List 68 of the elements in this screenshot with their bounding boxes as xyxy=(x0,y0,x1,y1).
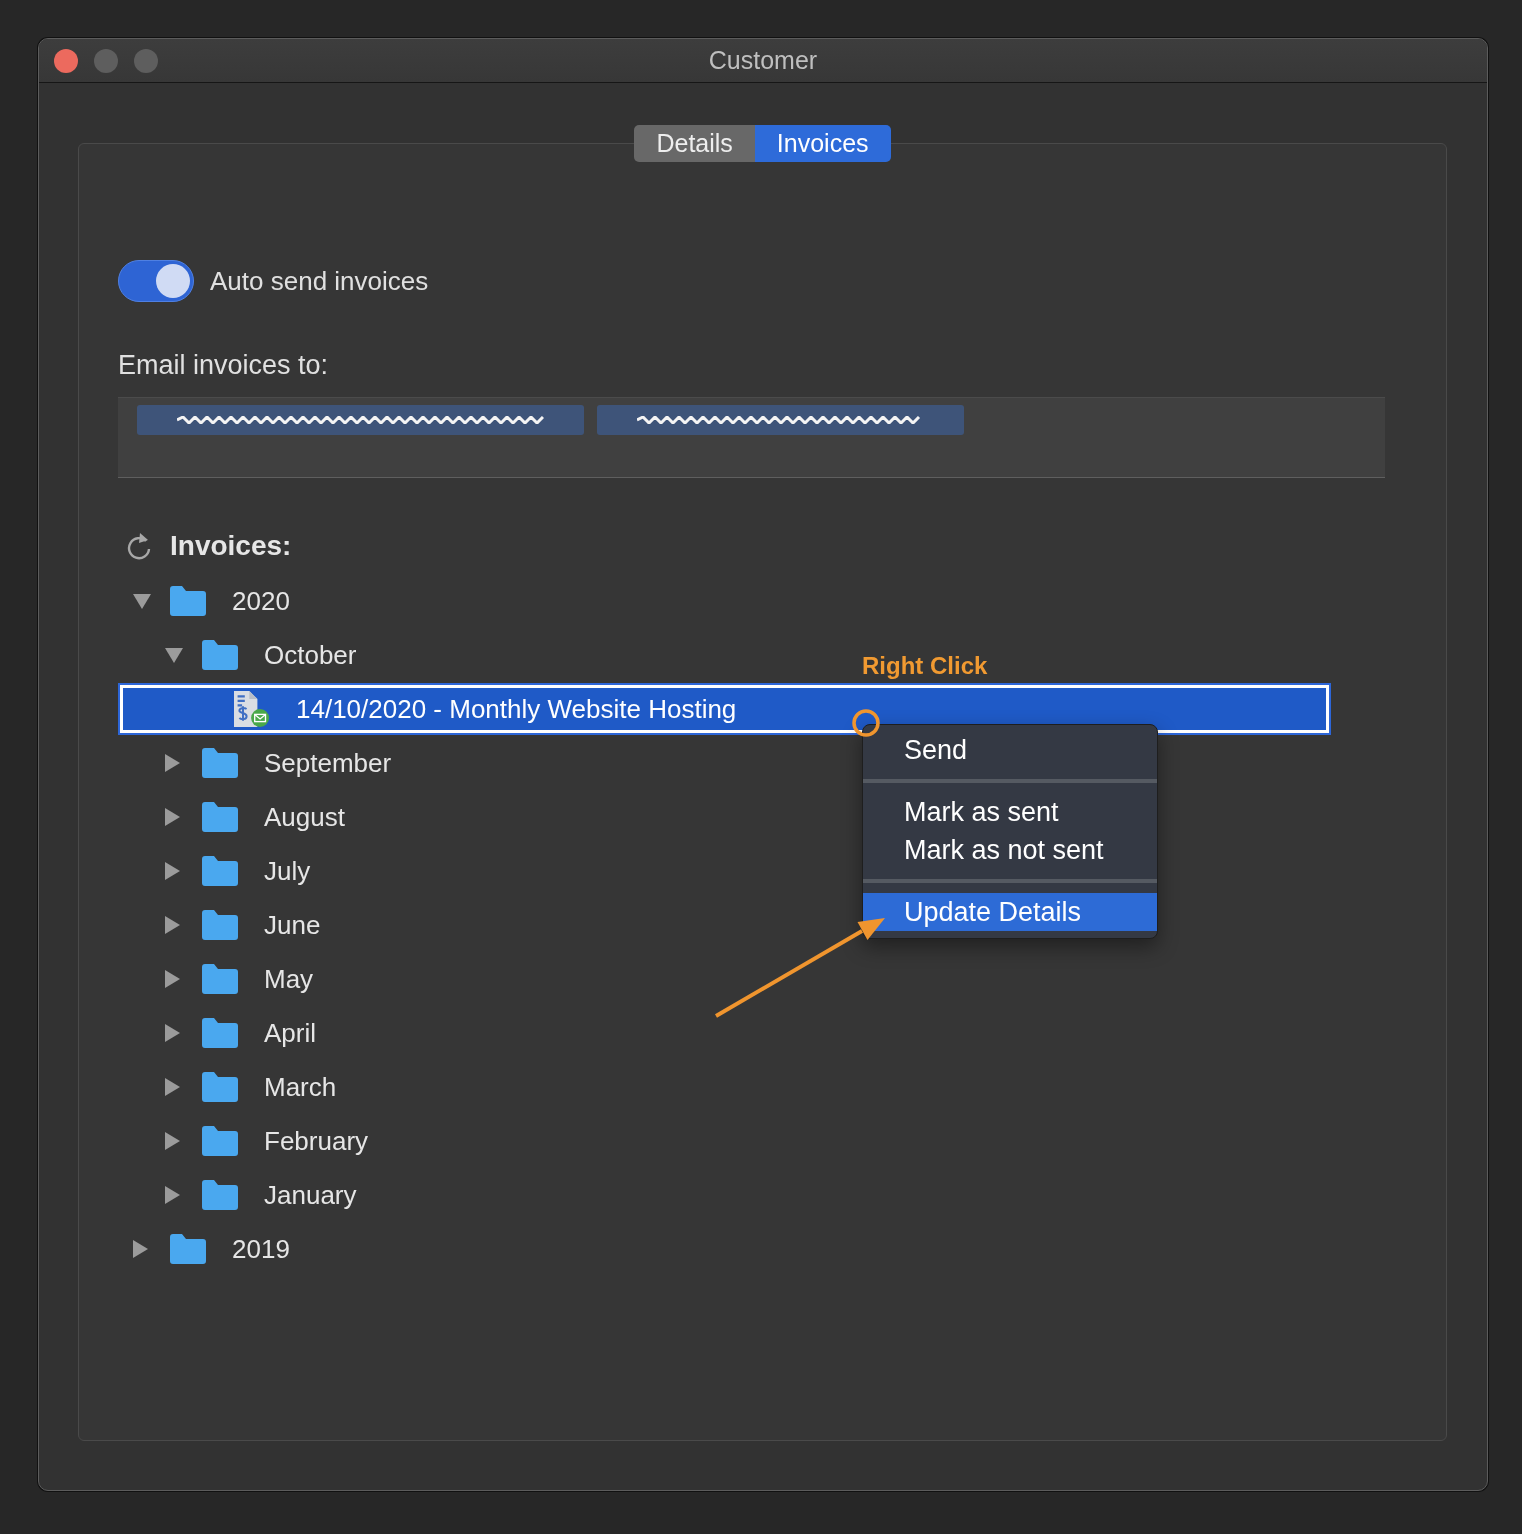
disclosure-triangle-icon[interactable] xyxy=(165,1024,180,1042)
window-title: Customer xyxy=(708,46,818,75)
disclosure-triangle-icon[interactable] xyxy=(165,754,180,772)
tab[interactable]: Details xyxy=(634,125,755,162)
recipient-token[interactable] xyxy=(137,405,584,435)
toggle-label: Auto send invoices xyxy=(210,265,429,297)
folder-icon xyxy=(202,640,238,670)
folder-icon xyxy=(170,1234,206,1264)
folder-icon xyxy=(170,586,206,616)
tree-label: 14/10/2020 - Monthly Website Hosting xyxy=(296,693,737,725)
email-input-field[interactable] xyxy=(118,397,1385,478)
tree-row[interactable]: March xyxy=(118,1061,341,1113)
tree-row[interactable]: June xyxy=(118,899,325,951)
folder-icon xyxy=(202,1072,238,1102)
tree-label: October xyxy=(264,639,357,671)
invoice-document-icon xyxy=(234,689,270,729)
disclosure-triangle-icon[interactable] xyxy=(165,1132,180,1150)
tree-label: September xyxy=(264,747,392,779)
tree-label: April xyxy=(264,1017,316,1049)
tree-row[interactable]: August xyxy=(118,791,349,843)
section-heading: Invoices: xyxy=(170,530,292,562)
disclosure-triangle-icon[interactable] xyxy=(165,1186,180,1204)
tree-row[interactable]: September xyxy=(118,737,396,789)
tree-label: February xyxy=(264,1125,369,1157)
menu-item[interactable]: Mark as sent xyxy=(863,793,1157,831)
disclosure-triangle-icon[interactable] xyxy=(165,970,180,988)
tree-row[interactable]: April xyxy=(118,1007,320,1059)
tree-label: March xyxy=(264,1071,337,1103)
click-marker-icon xyxy=(851,708,881,738)
disclosure-triangle-icon[interactable] xyxy=(165,1078,180,1096)
tree-label: August xyxy=(264,801,345,833)
folder-icon xyxy=(202,1018,238,1048)
menu-item[interactable]: Mark as not sent xyxy=(863,831,1157,869)
tree-label: 2019 xyxy=(232,1233,290,1265)
folder-icon xyxy=(202,964,238,994)
toggle-switch[interactable] xyxy=(118,260,194,302)
recipient-token[interactable] xyxy=(597,405,964,435)
folder-icon xyxy=(202,1180,238,1210)
folder-icon xyxy=(202,1126,238,1156)
tree-label: May xyxy=(264,963,314,995)
menu-item[interactable]: Update Details xyxy=(863,893,1157,931)
disclosure-triangle-icon[interactable] xyxy=(165,862,180,880)
folder-icon xyxy=(202,748,238,778)
invoice-row[interactable]: 14/10/2020 - Monthly Website Hosting xyxy=(118,683,1331,735)
tree-row[interactable]: February xyxy=(118,1115,373,1167)
refresh-icon[interactable] xyxy=(126,532,152,560)
tree-row[interactable]: May xyxy=(118,953,318,1005)
disclosure-triangle-icon[interactable] xyxy=(165,808,180,826)
tree-label: January xyxy=(264,1179,357,1211)
tree-row[interactable]: October xyxy=(118,629,361,681)
disclosure-triangle-icon[interactable] xyxy=(165,916,180,934)
tree-row[interactable]: January xyxy=(118,1169,361,1221)
disclosure-triangle-icon[interactable] xyxy=(133,1240,148,1258)
tree-label: 2020 xyxy=(232,585,290,617)
folder-icon xyxy=(202,910,238,940)
tree-label: June xyxy=(264,909,321,941)
annotation-label: Right Click xyxy=(862,652,988,680)
disclosure-triangle-icon[interactable] xyxy=(133,593,151,609)
tree-row[interactable]: 2019 xyxy=(118,1223,294,1275)
folder-icon xyxy=(202,856,238,886)
field-label: Email invoices to: xyxy=(118,349,330,381)
close-button[interactable] xyxy=(54,48,78,73)
folder-icon xyxy=(202,802,238,832)
tree-row[interactable]: July xyxy=(118,845,315,897)
tree-row[interactable]: 2020 xyxy=(118,575,294,627)
tree-label: July xyxy=(264,855,311,887)
disclosure-triangle-icon[interactable] xyxy=(165,647,183,663)
tab[interactable]: Invoices xyxy=(754,125,891,162)
